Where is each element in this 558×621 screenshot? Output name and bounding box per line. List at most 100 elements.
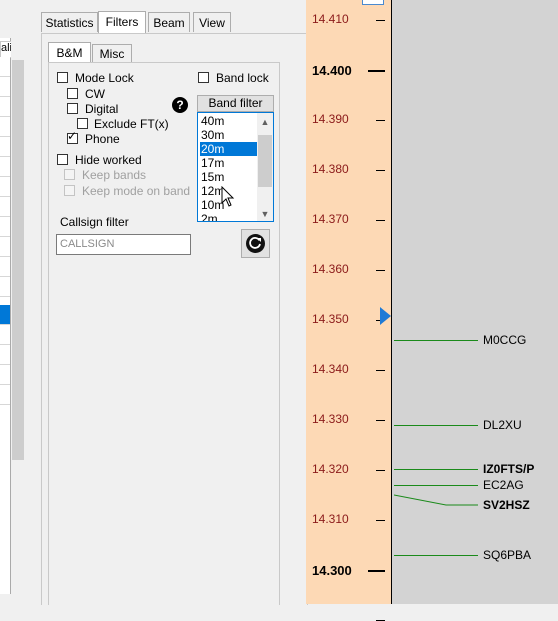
spot-line	[394, 555, 478, 556]
freq-label: 14.320	[312, 462, 349, 476]
left-list-scrollbar[interactable]	[11, 38, 25, 594]
mode-lock-label: Mode Lock	[75, 71, 134, 85]
keep-mode-checkbox[interactable]	[64, 185, 75, 196]
tab-filters[interactable]: Filters	[98, 11, 146, 33]
minor-tick	[376, 520, 385, 521]
freq-label: 14.390	[312, 112, 349, 126]
table-row[interactable]	[0, 97, 10, 117]
hide-worked-checkbox[interactable]	[57, 154, 68, 165]
tab-bm[interactable]: B&M	[48, 42, 91, 63]
tab-view[interactable]: View	[193, 12, 231, 32]
phone-label: Phone	[85, 132, 120, 146]
spot-line	[394, 469, 478, 470]
spot-line	[394, 425, 478, 426]
keep-mode-label: Keep mode on band	[82, 184, 191, 198]
table-row[interactable]	[0, 237, 10, 257]
keep-bands-checkbox[interactable]	[64, 169, 75, 180]
table-row[interactable]	[0, 277, 10, 297]
scroll-top-button[interactable]	[362, 0, 384, 5]
table-row-selected[interactable]	[0, 305, 10, 325]
help-icon[interactable]: ?	[172, 97, 188, 113]
minor-tick	[376, 370, 385, 371]
spot-callsign[interactable]: SV2HSZ	[483, 498, 530, 512]
freq-label: 14.330	[312, 412, 349, 426]
table-row[interactable]	[0, 57, 10, 77]
refresh-icon	[246, 234, 265, 253]
callsign-filter-label: Callsign filter	[60, 215, 129, 229]
freq-label: 14.370	[312, 212, 349, 226]
exclude-ft-checkbox[interactable]	[77, 118, 88, 129]
digital-checkbox[interactable]	[67, 103, 78, 114]
checkmark-icon: ✓	[67, 129, 78, 143]
table-row[interactable]	[0, 257, 10, 277]
minor-tick	[376, 270, 385, 271]
spot-leader-line	[394, 494, 478, 506]
spot-callsign[interactable]: SQ6PBA	[483, 548, 531, 562]
list-item[interactable]: 30m	[200, 128, 259, 142]
minor-tick	[376, 220, 385, 221]
freq-label-major: 14.300	[312, 563, 352, 578]
freq-label: 14.340	[312, 362, 349, 376]
band-list[interactable]: 40m 30m 20m 17m 15m 12m 10m 2m ▲ ▼	[197, 112, 274, 222]
spot-callsign[interactable]: EC2AG	[483, 478, 524, 492]
minor-tick	[376, 120, 385, 121]
band-filter-button[interactable]: Band filter	[197, 95, 274, 112]
major-tick	[368, 570, 385, 572]
list-item-selected[interactable]: 20m	[200, 142, 259, 156]
table-row[interactable]	[0, 177, 10, 197]
freq-label: 14.410	[312, 12, 349, 26]
current-frequency-marker[interactable]	[380, 307, 391, 325]
band-map-area[interactable]	[391, 0, 558, 604]
axis-line	[391, 0, 392, 604]
table-row[interactable]	[0, 197, 10, 217]
freq-label: 14.310	[312, 512, 349, 526]
table-row[interactable]	[0, 345, 10, 365]
list-item[interactable]: 40m	[200, 114, 259, 128]
table-row[interactable]	[0, 365, 10, 385]
table-row[interactable]	[0, 385, 10, 405]
minor-tick	[376, 470, 385, 471]
list-item[interactable]: 17m	[200, 156, 259, 170]
table-row[interactable]	[0, 325, 10, 345]
minor-tick	[376, 170, 385, 171]
table-row[interactable]	[0, 137, 10, 157]
spot-callsign[interactable]: M0CCG	[483, 333, 526, 347]
freq-label-major: 14.400	[312, 63, 352, 78]
scroll-thumb[interactable]	[258, 135, 272, 187]
left-list-panel: ali	[0, 0, 27, 604]
exclude-ft-label: Exclude FT(x)	[94, 117, 169, 131]
spot-line	[394, 485, 478, 486]
table-row[interactable]	[0, 157, 10, 177]
minor-tick	[376, 20, 385, 21]
spot-line	[394, 340, 478, 341]
chevron-down-icon[interactable]: ▼	[257, 207, 273, 221]
callsign-input[interactable]: CALLSIGN	[56, 234, 191, 255]
mode-lock-checkbox[interactable]	[57, 72, 68, 83]
chevron-up-icon[interactable]: ▲	[257, 115, 273, 129]
keep-bands-label: Keep bands	[82, 168, 147, 182]
freq-label: 14.380	[312, 162, 349, 176]
freq-label: 14.350	[312, 312, 349, 326]
phone-checkbox[interactable]: ✓	[67, 129, 78, 144]
digital-label: Digital	[85, 102, 119, 116]
tab-statistics[interactable]: Statistics	[41, 12, 98, 32]
band-lock-label: Band lock	[216, 71, 269, 85]
list-item[interactable]: 15m	[200, 170, 259, 184]
table-row[interactable]	[0, 117, 10, 137]
list-item[interactable]: 2m	[200, 212, 259, 221]
hide-worked-label: Hide worked	[75, 153, 142, 167]
spot-callsign[interactable]: IZ0FTS/P	[483, 462, 534, 476]
minor-tick	[376, 420, 385, 421]
cw-label: CW	[85, 87, 105, 101]
table-row[interactable]	[0, 77, 10, 97]
tab-beam[interactable]: Beam	[148, 12, 190, 32]
refresh-button[interactable]	[241, 229, 270, 258]
freq-label: 14.360	[312, 262, 349, 276]
mouse-cursor-icon	[221, 186, 235, 207]
band-list-scrollbar[interactable]: ▲ ▼	[257, 113, 273, 221]
spot-callsign[interactable]: DL2XU	[483, 418, 522, 432]
tab-misc[interactable]: Misc	[92, 44, 132, 62]
cw-checkbox[interactable]	[67, 88, 78, 99]
table-row[interactable]	[0, 217, 10, 237]
band-lock-checkbox[interactable]	[198, 72, 209, 83]
